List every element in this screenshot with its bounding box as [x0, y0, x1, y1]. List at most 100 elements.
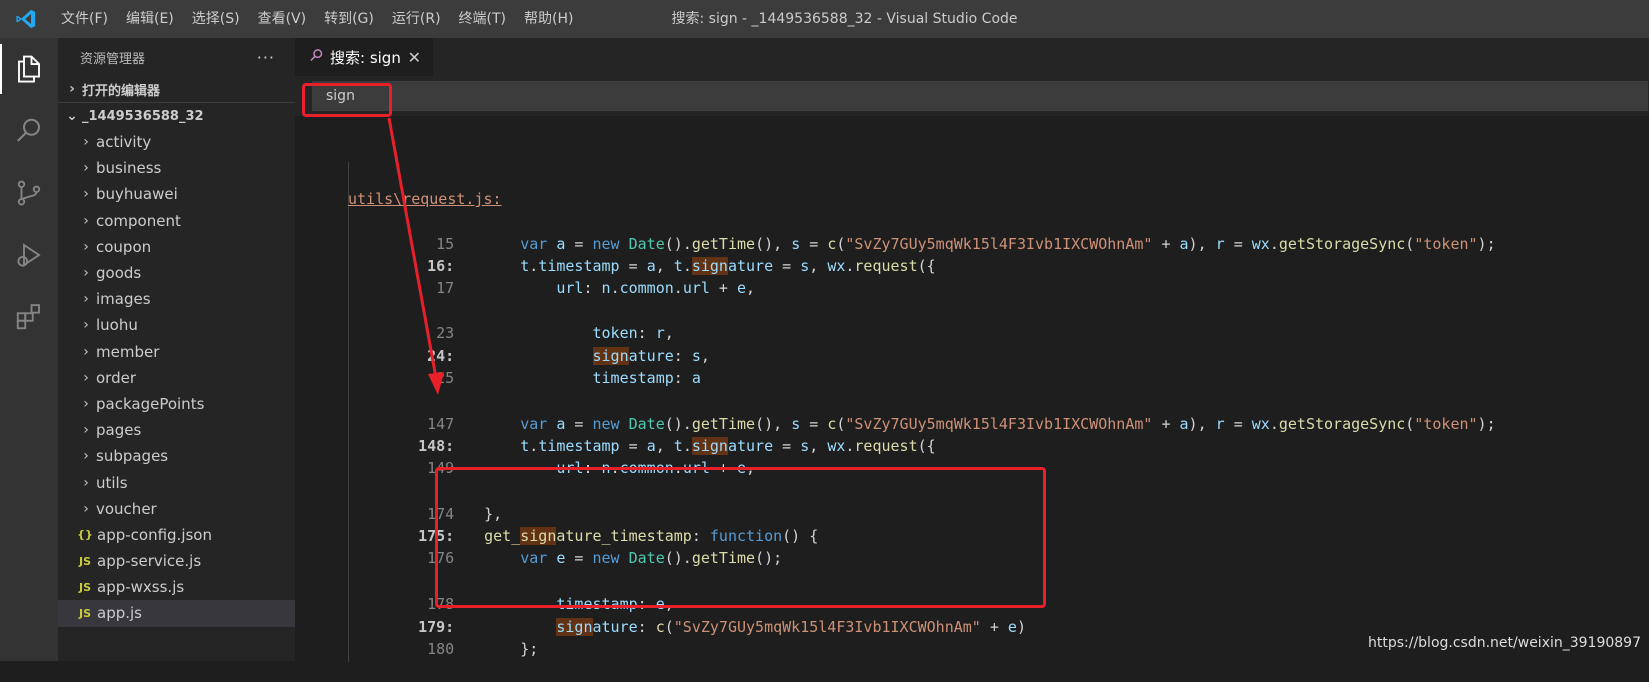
- folder-item[interactable]: › coupon: [58, 234, 295, 260]
- folder-item[interactable]: › buyhuawei: [58, 181, 295, 207]
- file-label: app-wxss.js: [97, 578, 185, 597]
- folder-item[interactable]: › order: [58, 365, 295, 391]
- string-literal: "SvZy7GUy5mqWk15l4F3Ivb1IXCWOhnAm": [673, 618, 981, 636]
- folder-item[interactable]: › luohu: [58, 312, 295, 338]
- menu-terminal[interactable]: 终端(T): [450, 0, 515, 38]
- chevron-right-icon: ›: [83, 134, 89, 151]
- line-number: 17: [436, 279, 455, 297]
- menu-file[interactable]: 文件(F): [52, 0, 117, 38]
- chevron-down-icon: ⌄: [66, 108, 78, 124]
- chevron-right-icon: ›: [83, 500, 89, 517]
- code-line: 149 url: n.common.url + e,: [295, 435, 755, 477]
- string-literal: "SvZy7GUy5mqWk15l4F3Ivb1IXCWOhnAm": [845, 235, 1153, 253]
- chevron-right-icon: ›: [83, 317, 89, 334]
- folder-label: luohu: [96, 316, 138, 335]
- folder-item[interactable]: › subpages: [58, 443, 295, 469]
- file-item[interactable]: JS app.js: [58, 600, 295, 627]
- string-literal: "token": [1414, 415, 1478, 433]
- search-icon[interactable]: [0, 100, 58, 162]
- file-label: app-config.json: [97, 525, 212, 544]
- chevron-right-icon: ›: [83, 422, 89, 439]
- folder-label: subpages: [96, 447, 169, 466]
- close-icon[interactable]: ✕: [408, 48, 421, 67]
- folder-label: voucher: [96, 499, 157, 518]
- chevron-right-icon: ›: [83, 212, 89, 229]
- menu-run[interactable]: 运行(R): [383, 0, 450, 38]
- menu-go[interactable]: 转到(G): [315, 0, 383, 38]
- tab-label: 搜索: sign: [330, 48, 401, 67]
- explorer-icon[interactable]: [0, 38, 58, 100]
- string-literal: "SvZy7GUy5mqWk15l4F3Ivb1IXCWOhnAm": [845, 415, 1153, 433]
- search-editor-bar: sign: [295, 76, 1649, 117]
- folder-item[interactable]: › utils: [58, 469, 295, 495]
- folder-item[interactable]: › pages: [58, 417, 295, 443]
- code-line-match[interactable]: 24: signature: s,: [295, 323, 710, 365]
- more-actions-icon[interactable]: ···: [257, 48, 275, 67]
- code-line: 15 var a = new Date().getTime(), s = c("…: [295, 211, 1495, 253]
- json-file-icon: {}: [77, 528, 93, 542]
- folder-label: utils: [96, 473, 128, 492]
- js-file-icon: JS: [78, 606, 91, 620]
- menu-selection[interactable]: 选择(S): [183, 0, 249, 38]
- code-line: 25 timestamp: a: [295, 345, 701, 387]
- code-line-match[interactable]: 179: signature: c("SvZy7GUy5mqWk15l4F3Iv…: [295, 594, 1026, 636]
- code-line-match[interactable]: 16: t.timestamp = a, t.signature = s, wx…: [295, 233, 936, 275]
- run-debug-icon[interactable]: [0, 224, 58, 286]
- explorer-sidebar: 资源管理器 ··· › 打开的编辑器 ⌄ _1449536588_32 › act…: [58, 38, 295, 661]
- folder-label: component: [96, 211, 181, 230]
- open-editors-label: 打开的编辑器: [82, 83, 161, 99]
- folder-label: order: [96, 368, 136, 387]
- folder-label: activity: [96, 133, 152, 152]
- line-number: 180: [427, 640, 455, 658]
- source-control-icon[interactable]: [0, 162, 58, 224]
- folder-item[interactable]: › member: [58, 339, 295, 365]
- code-line: 17 url: n.common.url + e,: [295, 255, 755, 297]
- sidebar-title: 资源管理器: [80, 51, 146, 67]
- chevron-right-icon: ›: [83, 291, 89, 308]
- open-editors-section[interactable]: › 打开的编辑器: [58, 76, 295, 102]
- folder-label: buyhuawei: [96, 185, 178, 204]
- sidebar-header: 资源管理器 ···: [58, 38, 295, 76]
- js-file-icon: JS: [78, 554, 91, 568]
- extensions-icon[interactable]: [0, 286, 58, 348]
- folder-item[interactable]: › activity: [58, 129, 295, 155]
- chevron-right-icon: ›: [83, 369, 89, 386]
- activity-bar: [0, 38, 58, 661]
- folder-label: pages: [96, 421, 142, 440]
- search-input[interactable]: sign: [312, 81, 1648, 111]
- tab-search-editor[interactable]: 搜索: sign ✕: [295, 38, 433, 76]
- folder-item[interactable]: › packagePoints: [58, 391, 295, 417]
- menu-help[interactable]: 帮助(H): [515, 0, 582, 38]
- result-file-link[interactable]: utils\request.js:: [348, 190, 502, 208]
- folder-item[interactable]: › images: [58, 286, 295, 312]
- watermark: https://blog.csdn.net/weixin_39190897: [1367, 635, 1641, 651]
- code-line-match[interactable]: 175: get_signature_timestamp: function()…: [295, 503, 818, 545]
- folder-label: member: [96, 342, 160, 361]
- file-item[interactable]: JS app-wxss.js: [58, 574, 295, 600]
- menu-edit[interactable]: 编辑(E): [117, 0, 183, 38]
- chevron-right-icon: ›: [69, 81, 75, 97]
- folder-item[interactable]: › voucher: [58, 496, 295, 522]
- folder-label: packagePoints: [96, 394, 205, 413]
- string-literal: "token": [1414, 235, 1478, 253]
- code-line-match[interactable]: 148: t.timestamp = a, t.signature = s, w…: [295, 413, 936, 455]
- file-item[interactable]: JS app-service.js: [58, 548, 295, 574]
- chevron-right-icon: ›: [83, 448, 89, 465]
- code-line: 174 },: [295, 481, 502, 523]
- vscode-logo-icon: [12, 5, 40, 33]
- code-line: 180 };: [295, 616, 538, 658]
- folder-item[interactable]: › business: [58, 155, 295, 181]
- project-section[interactable]: ⌄ _1449536588_32: [58, 102, 295, 129]
- title-bar: 文件(F) 编辑(E) 选择(S) 查看(V) 转到(G) 运行(R) 终端(T…: [0, 0, 1649, 38]
- chevron-right-icon: ›: [83, 474, 89, 491]
- code-line: 23 token: r,: [295, 300, 674, 342]
- project-label: _1449536588_32: [82, 108, 204, 124]
- menu-view[interactable]: 查看(V): [249, 0, 316, 38]
- folder-item[interactable]: › goods: [58, 260, 295, 286]
- folder-label: goods: [96, 264, 142, 283]
- file-item[interactable]: {} app-config.json: [58, 522, 295, 548]
- code-line: 178 timestamp: e,: [295, 571, 674, 613]
- code-line: 176 var e = new Date().getTime();: [295, 525, 782, 567]
- js-file-icon: JS: [78, 580, 91, 594]
- folder-item[interactable]: › component: [58, 208, 295, 234]
